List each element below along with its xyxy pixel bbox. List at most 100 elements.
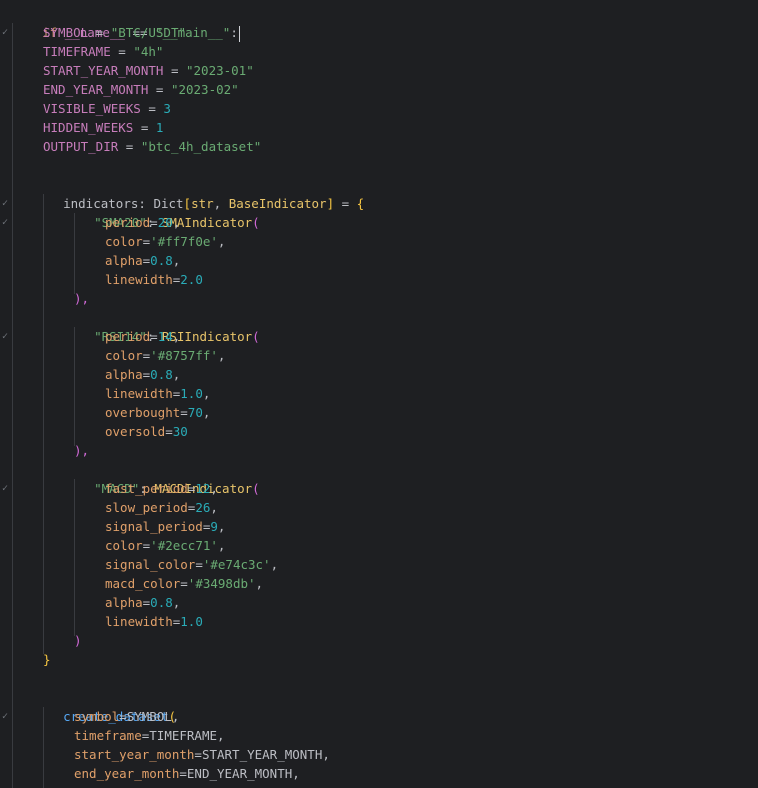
code-line[interactable]: linewidth=1.0, — [0, 384, 758, 403]
kwarg-name: linewidth — [105, 272, 173, 287]
code-line[interactable]: linewidth=1.0 — [0, 612, 758, 631]
code-line[interactable]: ✓ "MACD": MACDIndicator( — [0, 460, 758, 496]
code-line[interactable]: period=20, — [0, 213, 758, 232]
number-literal: 9 — [210, 519, 218, 534]
code-line[interactable]: TIMEFRAME = "4h" — [0, 42, 758, 61]
code-line[interactable]: alpha=0.8, — [0, 251, 758, 270]
string-literal: "BTC/USDT" — [110, 25, 186, 40]
kwarg-name: fast_period — [105, 481, 188, 496]
code-line[interactable]: macd_color='#3498db', — [0, 574, 758, 593]
argument-value: START_YEAR_MONTH — [201, 747, 323, 762]
comma: , — [217, 728, 225, 743]
argument-value: SYMBOL — [126, 709, 172, 724]
kwarg-name: period — [105, 215, 151, 230]
operator: = — [140, 101, 164, 116]
kwarg-name: linewidth — [105, 386, 173, 401]
code-line[interactable]: } — [0, 650, 758, 669]
argument-value: END_YEAR_MONTH — [186, 766, 293, 781]
kwarg-name: period — [105, 329, 151, 344]
variable-name: HIDDEN_WEEKS — [43, 120, 134, 135]
comma: , — [217, 538, 226, 553]
kwarg-name: alpha — [105, 595, 143, 610]
code-line[interactable]: color='#ff7f0e', — [0, 232, 758, 251]
kwarg-name: linewidth — [105, 614, 173, 629]
operator: = — [88, 25, 111, 40]
comma: , — [171, 709, 180, 724]
code-line[interactable]: start_year_month=START_YEAR_MONTH, — [0, 745, 758, 764]
number-literal: 26 — [195, 500, 211, 515]
number-literal: 1.0 — [180, 614, 203, 629]
string-literal: '#ff7f0e' — [150, 234, 218, 249]
argument-value: TIMEFRAME — [149, 728, 217, 743]
code-line[interactable]: color='#2ecc71', — [0, 536, 758, 555]
code-line[interactable]: oversold=30 — [0, 422, 758, 441]
string-literal: "2023-02" — [170, 82, 239, 97]
paren: ) — [74, 633, 82, 648]
number-literal: 14 — [157, 329, 173, 344]
code-editor[interactable]: ✓ if __name__ == "__main__": SYMBOL = "BT… — [0, 0, 758, 788]
number-literal: 30 — [172, 424, 188, 439]
comma: , — [217, 234, 226, 249]
code-line[interactable]: alpha=0.8, — [0, 365, 758, 384]
string-literal: '#8757ff' — [150, 348, 218, 363]
code-line[interactable]: timeframe=TIMEFRAME, — [0, 726, 758, 745]
operator: = — [110, 44, 134, 59]
code-line[interactable]: END_YEAR_MONTH = "2023-02" — [0, 80, 758, 99]
kwarg-name: signal_period — [105, 519, 203, 534]
code-line[interactable]: ), — [0, 441, 758, 460]
brace: } — [43, 652, 51, 667]
comma: , — [202, 405, 211, 420]
code-line[interactable]: ) — [0, 631, 758, 650]
comma: , — [172, 329, 181, 344]
code-line[interactable]: linewidth=2.0 — [0, 270, 758, 289]
kwarg-name: slow_period — [105, 500, 188, 515]
code-line[interactable]: period=14, — [0, 327, 758, 346]
code-line[interactable]: ✓ if __name__ == "__main__": — [0, 4, 758, 42]
comma: , — [172, 253, 181, 268]
code-line[interactable]: signal_color='#e74c3c', — [0, 555, 758, 574]
code-line[interactable]: symbol=SYMBOL, — [0, 707, 758, 726]
variable-name: VISIBLE_WEEKS — [43, 101, 141, 116]
comma: , — [270, 557, 279, 572]
code-line[interactable]: ), — [0, 289, 758, 308]
code-line[interactable]: slow_period=26, — [0, 498, 758, 517]
comma: , — [292, 766, 300, 781]
comma: , — [322, 747, 330, 762]
code-line[interactable]: ✓ "RSI14": RSIIndicator( — [0, 308, 758, 344]
operator: = — [148, 82, 171, 97]
code-line[interactable]: START_YEAR_MONTH = "2023-01" — [0, 61, 758, 80]
number-literal: 1.0 — [180, 386, 203, 401]
number-literal: 70 — [187, 405, 203, 420]
comma: , — [202, 386, 211, 401]
kwarg-name: start_year_month — [74, 747, 195, 762]
comma: , — [172, 215, 181, 230]
code-line[interactable]: HIDDEN_WEEKS = 1 — [0, 118, 758, 137]
code-line[interactable]: ✓ create_dataset( — [0, 688, 758, 724]
kwarg-name: alpha — [105, 253, 143, 268]
code-line[interactable]: ✓ "SMA20": SMAIndicator( — [0, 194, 758, 230]
paren: ), — [74, 291, 90, 306]
number-literal: 0.8 — [150, 253, 173, 268]
code-line[interactable]: signal_period=9, — [0, 517, 758, 536]
code-line[interactable]: fast_period=12, — [0, 479, 758, 498]
code-line[interactable]: SYMBOL = "BTC/USDT" — [0, 23, 758, 42]
code-line[interactable]: OUTPUT_DIR = "btc_4h_dataset" — [0, 137, 758, 156]
code-line[interactable]: VISIBLE_WEEKS = 3 — [0, 99, 758, 118]
kwarg-name: end_year_month — [74, 766, 180, 781]
code-line[interactable]: color='#8757ff', — [0, 346, 758, 365]
code-line[interactable]: overbought=70, — [0, 403, 758, 422]
kwarg-name: color — [105, 538, 143, 553]
operator: = — [133, 120, 156, 135]
code-line[interactable]: ✓ indicators: Dict[str, BaseIndicator] = … — [0, 175, 758, 211]
string-literal: '#e74c3c' — [202, 557, 271, 572]
kwarg-name: overbought — [105, 405, 181, 420]
paren: ), — [74, 443, 90, 458]
comma: , — [172, 367, 181, 382]
variable-name: START_YEAR_MONTH — [43, 63, 164, 78]
operator: = — [163, 63, 186, 78]
code-line[interactable]: alpha=0.8, — [0, 593, 758, 612]
variable-name: TIMEFRAME — [43, 44, 111, 59]
code-line[interactable]: end_year_month=END_YEAR_MONTH, — [0, 764, 758, 783]
kwarg-name: macd_color — [105, 576, 181, 591]
kwarg-name: oversold — [105, 424, 166, 439]
